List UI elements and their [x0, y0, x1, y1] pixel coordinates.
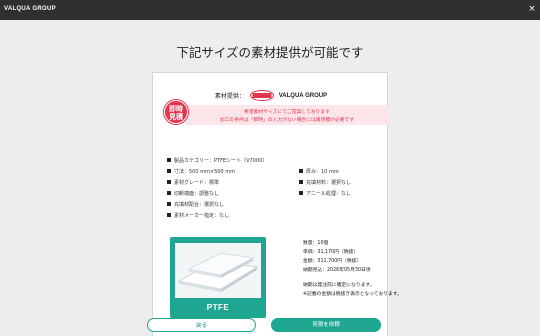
bullet-icon: [299, 190, 303, 195]
order-delivery: 納期見込：2026年05月30日頃: [303, 268, 371, 273]
spec-grade: 素材グレード：標準: [167, 179, 219, 186]
spec-thickness: 厚み：10 mm: [299, 168, 339, 175]
order-quantity: 数量：10個: [303, 241, 329, 246]
app-header: VALQUA GROUP ×: [0, 0, 540, 20]
ptfe-sheet-icon: [175, 243, 261, 298]
bullet-icon: [167, 190, 171, 195]
provider-group: VALQUA GROUP: [278, 92, 328, 99]
material-provider: 素材提供： VALQUA GROUP: [153, 90, 389, 101]
bullet-icon: [167, 179, 171, 184]
notice-line-1: 希望素材サイズにてご提案しております: [244, 110, 330, 115]
badge-line-1: 即時: [169, 105, 183, 113]
order-note-2: ※記載の金額は税抜き表示となっております。: [303, 292, 402, 297]
bullet-icon: [167, 157, 171, 162]
bullet-icon: [167, 212, 171, 217]
bullet-icon: [167, 168, 171, 173]
spec-annealing: アニール処理：なし: [299, 190, 351, 197]
spec-filler: 充填材料：選択なし: [299, 179, 351, 186]
order-unit-price: 単価：31,170円（税抜）: [303, 250, 359, 255]
instant-quote-badge: 即時 見積: [164, 100, 188, 124]
spec-cut-surface: 切断端面：調整なし: [167, 190, 219, 197]
material-card: 素材提供： VALQUA GROUP 希望素材サイズにてご提案しております 加工…: [152, 72, 402, 336]
spec-category: 製品カテゴリー：PTFEシート（V7000）: [167, 157, 267, 164]
bullet-icon: [299, 168, 303, 173]
valqua-logo-icon: [249, 90, 274, 101]
close-icon[interactable]: ×: [526, 3, 538, 15]
brand-name: VALQUA GROUP: [4, 6, 56, 12]
request-quote-button[interactable]: 見積を依頼: [271, 318, 381, 332]
order-note-1: 納期は発注前に確定になります。: [303, 283, 375, 288]
spec-flatness: 充填材配合：選択なし: [167, 201, 224, 208]
bullet-icon: [167, 201, 171, 206]
notice-line-2: 加工の条件は「即時」の入力がない場合には再見積が必要です: [219, 118, 355, 123]
back-button[interactable]: 戻る: [147, 318, 256, 332]
material-offer-modal: 下記サイズの素材提供が可能です 素材提供： VALQUA GROUP 希望素材サ…: [0, 20, 540, 336]
page-title: 下記サイズの素材提供が可能です: [176, 45, 364, 60]
spec-size: 寸法：500 mm×500 mm: [167, 168, 235, 175]
badge-line-2: 見積: [169, 113, 183, 121]
spec-maker: 素材メーカー指定：なし: [167, 212, 229, 219]
bullet-icon: [299, 179, 303, 184]
provider-label: 素材提供：: [214, 93, 245, 100]
product-label: PTFE: [206, 303, 230, 312]
product-image: PTFE: [170, 237, 266, 318]
notice-banner: 希望素材サイズにてご提案しております 加工の条件は「即時」の入力がない場合には再…: [185, 105, 389, 125]
order-total: 金額：311,700円（税抜）: [303, 259, 362, 264]
